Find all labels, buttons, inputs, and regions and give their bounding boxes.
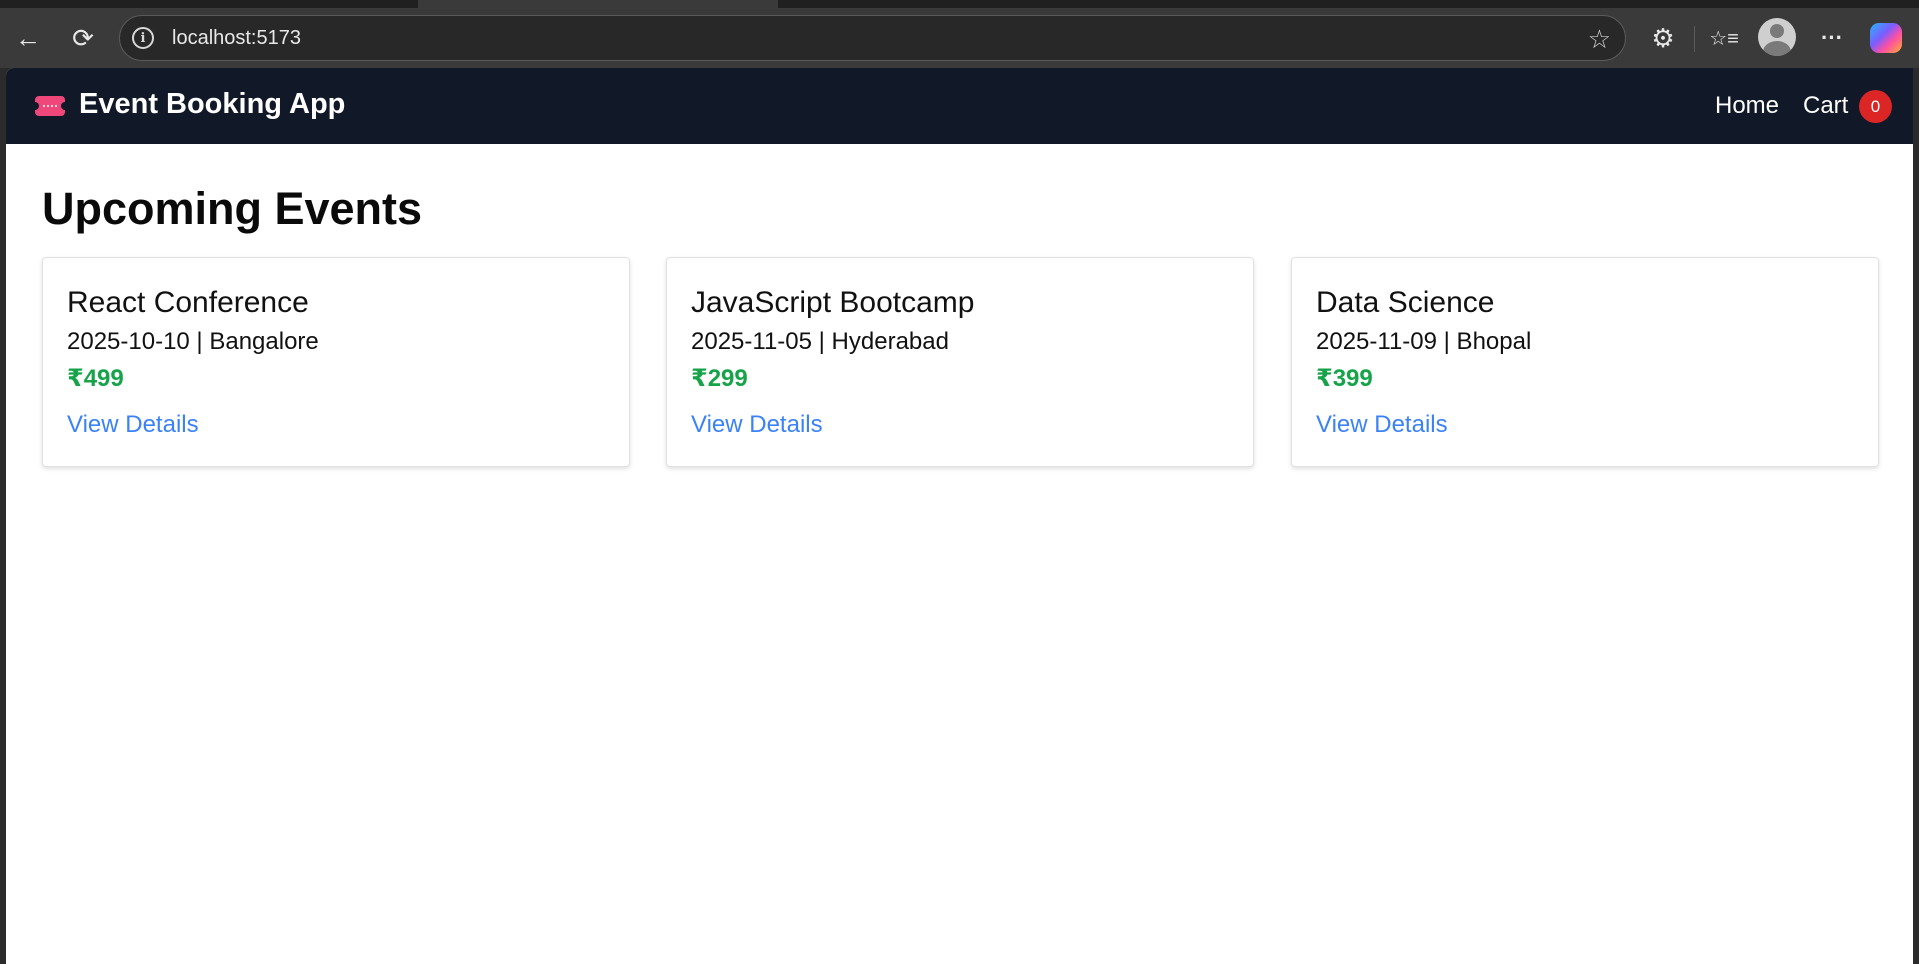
event-card: React Conference 2025-10-10 | Bangalore … [42,257,630,467]
event-date-location: 2025-11-09 | Bhopal [1316,328,1532,355]
address-bar[interactable]: i localhost:5173 ☆ [119,15,1626,61]
view-details-link[interactable]: View Details [67,411,199,439]
info-icon[interactable]: i [132,27,154,49]
event-name: Data Science [1316,286,1495,319]
url-text[interactable]: localhost:5173 [172,27,301,50]
event-price: ₹399 [1316,365,1373,392]
more-icon[interactable]: ··· [1810,16,1854,60]
avatar-icon[interactable] [1758,18,1796,56]
ticket-icon [31,96,69,116]
puzzle-icon[interactable]: ⚙ [1641,16,1685,60]
event-name: React Conference [67,286,309,319]
event-name: JavaScript Bootcamp [691,286,975,319]
toolbar-divider [1694,26,1695,52]
event-card: Data Science 2025-11-09 | Bhopal ₹399 Vi… [1291,257,1879,467]
brand-title[interactable]: Event Booking App [79,88,345,121]
back-arrow-icon[interactable]: ← [6,16,50,60]
view-details-link[interactable]: View Details [691,411,823,439]
avatar-body [1763,41,1791,56]
favorites-icon[interactable]: ☆≡ [1702,16,1746,60]
event-date-location: 2025-10-10 | Bangalore [67,328,319,355]
nav-home-link[interactable]: Home [1715,92,1779,120]
star-icon[interactable]: ☆ [1588,24,1611,55]
avatar-head [1770,24,1784,38]
app-navbar: Event Booking App Home Cart 0 [6,68,1919,144]
cart-count-badge: 0 [1859,90,1892,123]
event-price: ₹499 [67,365,124,392]
window-right-edge [1913,68,1919,964]
event-price: ₹299 [691,365,748,392]
page-viewport: Event Booking App Home Cart 0 Upcoming E… [6,68,1919,964]
nav-cart-link[interactable]: Cart [1803,92,1848,120]
reload-icon[interactable]: ⟳ [61,16,105,60]
browser-toolbar: ← ⟳ i localhost:5173 ☆ ⚙ ☆≡ ··· [0,8,1919,68]
active-tab-edge[interactable] [418,0,778,8]
copilot-icon[interactable] [1870,23,1902,53]
view-details-link[interactable]: View Details [1316,411,1448,439]
page-title: Upcoming Events [42,183,423,234]
event-date-location: 2025-11-05 | Hyderabad [691,328,949,355]
tab-strip [0,0,1919,8]
event-card: JavaScript Bootcamp 2025-11-05 | Hyderab… [666,257,1254,467]
